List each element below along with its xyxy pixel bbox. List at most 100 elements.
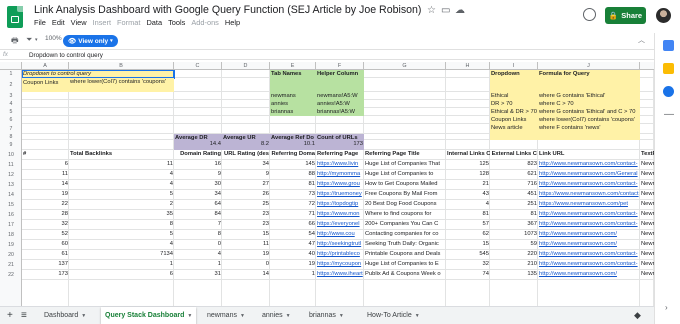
data-cell[interactable]: 34 — [222, 160, 270, 170]
tab-name-cell[interactable]: annies — [270, 100, 316, 108]
data-cell[interactable]: Newma — [640, 180, 654, 190]
helper-cell[interactable]: newmans!A5:W — [316, 92, 364, 100]
explore-button[interactable]: ◆ — [634, 307, 641, 324]
referring-page-link[interactable]: https://mycoupon — [316, 260, 364, 270]
avatar[interactable] — [656, 8, 671, 23]
header-cell[interactable]: Total Backlinks — [69, 150, 174, 160]
header-cell[interactable]: URL Rating (des — [222, 150, 270, 160]
header-cell[interactable]: Referring Page — [316, 150, 364, 160]
data-cell[interactable]: Where to find coupons for — [364, 210, 446, 220]
row-header-2[interactable]: 2 — [0, 82, 22, 88]
data-cell[interactable]: 72 — [270, 200, 316, 210]
data-cell[interactable]: 14 — [222, 270, 270, 280]
menu-addons[interactable]: Add-ons — [191, 18, 219, 27]
data-cell[interactable]: 14 — [22, 180, 69, 190]
row-header-4[interactable]: 4 — [0, 101, 22, 107]
data-cell[interactable]: 74 — [446, 270, 490, 280]
document-title[interactable]: Link Analysis Dashboard with Google Quer… — [34, 4, 421, 16]
data-cell[interactable]: 5 — [69, 230, 174, 240]
data-cell[interactable]: 32 — [446, 260, 490, 270]
data-cell[interactable]: 11 — [69, 160, 174, 170]
referring-page-link[interactable]: https://topdogtip — [316, 200, 364, 210]
row-header-7[interactable]: 7 — [0, 126, 22, 132]
expand-icon[interactable]: › — [665, 303, 668, 312]
data-cell[interactable]: 31 — [174, 270, 222, 280]
data-cell[interactable]: 6 — [69, 270, 174, 280]
formula-bar[interactable]: fx Dropdown to control query — [0, 49, 654, 60]
row-header-8[interactable]: 8 — [0, 134, 22, 140]
data-cell[interactable]: 27 — [222, 180, 270, 190]
header-cell[interactable]: External Links C — [490, 150, 538, 160]
tab-names-header[interactable]: Tab Names — [270, 70, 316, 78]
data-cell[interactable]: Huge List of Companies That — [364, 160, 446, 170]
data-cell[interactable]: 15 — [446, 240, 490, 250]
link-url-cell[interactable]: http://www.newmansown.com/contact- — [538, 180, 640, 190]
dropdown-option-cell[interactable]: DR > 70 — [490, 100, 538, 108]
referring-page-link[interactable]: http://mymomma — [316, 170, 364, 180]
data-cell[interactable]: 19 — [22, 190, 69, 200]
dropdown-value-cell[interactable]: Coupon Links — [22, 78, 69, 92]
link-url-cell[interactable]: http://www.newmansown.com/contact- — [538, 210, 640, 220]
referring-page-link[interactable]: https://www.iheart — [316, 270, 364, 280]
data-cell[interactable]: How to Get Coupons Mailed — [364, 180, 446, 190]
average-refdo-value[interactable]: 10.1 — [270, 140, 316, 150]
formula-option-cell[interactable]: where G contains 'Ethical' and C > 70 — [538, 108, 640, 116]
data-cell[interactable]: 20 Best Dog Food Coupons — [364, 200, 446, 210]
helper-cell[interactable]: briannas!A5:W — [316, 108, 364, 116]
column-header-e[interactable]: E — [270, 62, 316, 70]
data-cell[interactable]: 60 — [22, 240, 69, 250]
menu-insert[interactable]: Insert — [93, 18, 111, 27]
data-cell[interactable]: 128 — [446, 170, 490, 180]
data-cell[interactable]: Newma — [640, 250, 654, 260]
menu-help[interactable]: Help — [225, 18, 240, 27]
select-all-corner[interactable] — [0, 62, 22, 70]
data-cell[interactable]: 84 — [174, 210, 222, 220]
data-cell[interactable]: 30 — [174, 180, 222, 190]
data-cell[interactable]: 251 — [490, 200, 538, 210]
dropdown-option-cell[interactable]: News article — [490, 124, 538, 134]
tab-name-cell[interactable]: briannas — [270, 108, 316, 116]
data-cell[interactable]: 34 — [174, 190, 222, 200]
dropdown-option-cell[interactable]: Ethical — [490, 92, 538, 100]
data-cell[interactable]: 61 — [22, 250, 69, 260]
move-to-folder-icon[interactable]: ▭ — [441, 5, 450, 16]
data-cell[interactable]: 210 — [490, 260, 538, 270]
column-header-c[interactable]: C — [174, 62, 222, 70]
data-cell[interactable]: 7134 — [69, 250, 174, 260]
data-cell[interactable]: 4 — [69, 240, 174, 250]
data-cell[interactable]: Huge List of Companies to — [364, 170, 446, 180]
dropdown-label-cell[interactable]: Dropdown to control query — [22, 70, 175, 79]
tab-annies[interactable]: annies ▼ — [262, 307, 291, 324]
column-header-f[interactable]: F — [316, 62, 364, 70]
row-header-21[interactable]: 21 — [0, 262, 22, 268]
data-cell[interactable]: 220 — [490, 250, 538, 260]
data-cell[interactable]: 823 — [490, 160, 538, 170]
data-cell[interactable]: 137 — [22, 260, 69, 270]
data-cell[interactable]: 125 — [446, 160, 490, 170]
data-cell[interactable]: 11 — [222, 240, 270, 250]
data-cell[interactable]: 8 — [69, 220, 174, 230]
tab-query-stack-dashboard[interactable]: Query Stack Dashboard ▼ — [101, 307, 197, 324]
data-cell[interactable]: Contacting companies for co — [364, 230, 446, 240]
header-cell[interactable]: TextPr — [640, 150, 654, 160]
data-cell[interactable]: 81 — [446, 210, 490, 220]
data-cell[interactable]: 15 — [222, 230, 270, 240]
data-cell[interactable]: Huge List of Companies to E — [364, 260, 446, 270]
filter-icon[interactable]: ⏷ — [26, 35, 32, 45]
data-cell[interactable]: 16 — [174, 160, 222, 170]
data-cell[interactable]: 9 — [174, 170, 222, 180]
data-cell[interactable]: 135 — [490, 270, 538, 280]
data-cell[interactable]: 6 — [22, 160, 69, 170]
data-cell[interactable]: 1 — [69, 260, 174, 270]
referring-page-link[interactable]: http://printableco — [316, 250, 364, 260]
header-cell[interactable]: Referring Page Title — [364, 150, 446, 160]
data-cell[interactable]: 4 — [174, 250, 222, 260]
link-url-cell[interactable]: http://www.newmansown.com/contact- — [538, 250, 640, 260]
column-header-a[interactable]: A — [22, 62, 69, 70]
data-cell[interactable]: 1073 — [490, 230, 538, 240]
row-header-22[interactable]: 22 — [0, 272, 22, 278]
column-header-d[interactable]: D — [222, 62, 270, 70]
data-cell[interactable]: 7 — [174, 220, 222, 230]
data-cell[interactable]: Newma — [640, 260, 654, 270]
zoom-select[interactable]: 100% — [45, 35, 62, 42]
